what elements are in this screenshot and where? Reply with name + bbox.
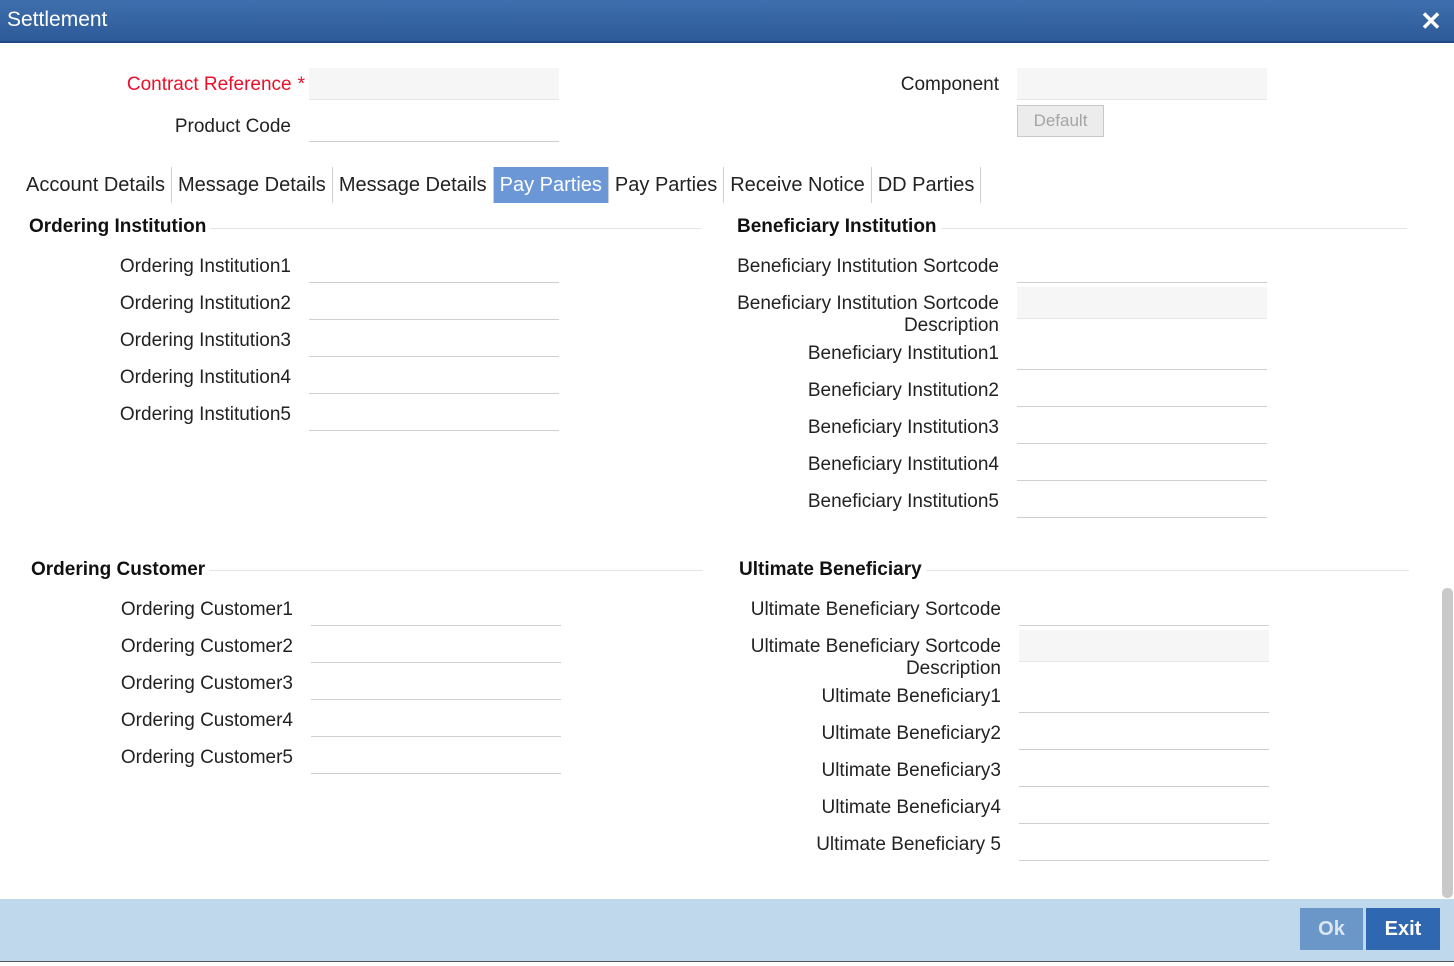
ok-button[interactable]: Ok <box>1300 908 1363 950</box>
ordering-institution4-label: Ordering Institution4 <box>119 367 291 388</box>
tab-pay-parties-2[interactable]: Pay Parties <box>609 167 725 203</box>
beneficiary-institution4-label: Beneficiary Institution4 <box>807 454 999 475</box>
beneficiary-institution-title: Beneficiary Institution <box>737 216 941 238</box>
tab-pay-parties[interactable]: Pay Parties <box>493 167 609 203</box>
window-title: Settlement <box>7 8 108 31</box>
product-code-input[interactable] <box>309 110 559 142</box>
ordering-customer5-label: Ordering Customer5 <box>120 747 293 768</box>
beneficiary-institution2-label: Beneficiary Institution2 <box>807 380 999 401</box>
ultimate-beneficiary2-label: Ultimate Beneficiary2 <box>821 723 1001 744</box>
ordering-customer3-label: Ordering Customer3 <box>120 673 293 694</box>
ultimate-sortcode-desc-input[interactable] <box>1019 630 1269 662</box>
beneficiary-sortcode-desc-line1: Beneficiary Institution Sortcode <box>737 293 999 314</box>
beneficiary-sortcode-desc-label: Beneficiary Institution Sortcode Descrip… <box>737 293 999 337</box>
component-input[interactable] <box>1017 68 1267 100</box>
ordering-institution1-label: Ordering Institution1 <box>119 256 291 277</box>
ordering-customer4-label: Ordering Customer4 <box>120 710 293 731</box>
product-code-label: Product Code <box>174 116 291 137</box>
ordering-institution4-input[interactable] <box>309 362 559 394</box>
beneficiary-sortcode-input[interactable] <box>1017 251 1267 283</box>
beneficiary-institution5-input[interactable] <box>1017 486 1267 518</box>
ultimate-beneficiary-title: Ultimate Beneficiary <box>739 559 926 581</box>
required-marker: * <box>297 74 305 95</box>
footer-bar: Ok Exit <box>0 899 1454 961</box>
ordering-customer2-input[interactable] <box>311 631 561 663</box>
ultimate-sortcode-label: Ultimate Beneficiary Sortcode <box>750 599 1001 620</box>
exit-button[interactable]: Exit <box>1366 908 1440 950</box>
ordering-customer5-input[interactable] <box>311 742 561 774</box>
beneficiary-sortcode-label: Beneficiary Institution Sortcode <box>737 256 999 277</box>
tab-dd-parties[interactable]: DD Parties <box>872 167 982 203</box>
ordering-institution5-label: Ordering Institution5 <box>119 404 291 425</box>
tab-account-details[interactable]: Account Details <box>20 167 172 203</box>
tab-message-details-2[interactable]: Message Details <box>333 167 494 203</box>
ultimate-beneficiary4-label: Ultimate Beneficiary4 <box>821 797 1001 818</box>
ultimate-beneficiary3-label: Ultimate Beneficiary3 <box>821 760 1001 781</box>
beneficiary-institution1-label: Beneficiary Institution1 <box>807 343 999 364</box>
contract-reference-label: Contract Reference * <box>127 74 305 96</box>
vertical-scrollbar[interactable] <box>1442 588 1453 898</box>
ordering-customer1-input[interactable] <box>311 594 561 626</box>
ultimate-beneficiary1-label: Ultimate Beneficiary1 <box>821 686 1001 707</box>
ordering-customer4-input[interactable] <box>311 705 561 737</box>
tab-message-details[interactable]: Message Details <box>172 167 333 203</box>
beneficiary-institution3-input[interactable] <box>1017 412 1267 444</box>
tab-receive-notice[interactable]: Receive Notice <box>724 167 872 203</box>
ultimate-beneficiary3-input[interactable] <box>1019 755 1269 787</box>
ultimate-beneficiary4-input[interactable] <box>1019 792 1269 824</box>
title-bar: Settlement ✕ <box>0 0 1454 43</box>
ordering-institution-title: Ordering Institution <box>29 216 211 238</box>
ordering-customer-title: Ordering Customer <box>31 559 210 581</box>
beneficiary-sortcode-desc-line2: Description <box>903 315 999 336</box>
contract-reference-label-text: Contract Reference <box>126 74 292 95</box>
close-icon[interactable]: ✕ <box>1418 8 1444 34</box>
ordering-institution2-label: Ordering Institution2 <box>119 293 291 314</box>
ultimate-sortcode-desc-line2: Description <box>905 658 1001 679</box>
default-button[interactable]: Default <box>1017 105 1104 137</box>
ordering-customer1-label: Ordering Customer1 <box>120 599 293 620</box>
ordering-institution2-input[interactable] <box>309 288 559 320</box>
beneficiary-institution5-label: Beneficiary Institution5 <box>807 491 999 512</box>
beneficiary-sortcode-desc-input[interactable] <box>1017 287 1267 319</box>
beneficiary-institution2-input[interactable] <box>1017 375 1267 407</box>
ultimate-beneficiary5-label: Ultimate Beneficiary 5 <box>816 834 1001 855</box>
ultimate-sortcode-desc-line1: Ultimate Beneficiary Sortcode <box>750 636 1001 657</box>
ultimate-beneficiary2-input[interactable] <box>1019 718 1269 750</box>
ordering-institution1-input[interactable] <box>309 251 559 283</box>
ordering-institution3-input[interactable] <box>309 325 559 357</box>
component-label: Component <box>900 74 999 95</box>
contract-reference-input[interactable] <box>309 68 559 100</box>
tab-bar: Account Details Message Details Message … <box>20 167 982 203</box>
beneficiary-institution1-input[interactable] <box>1017 338 1267 370</box>
bottom-strip <box>0 961 1454 966</box>
ordering-institution3-label: Ordering Institution3 <box>119 330 291 351</box>
beneficiary-institution3-label: Beneficiary Institution3 <box>807 417 999 438</box>
ordering-customer3-input[interactable] <box>311 668 561 700</box>
ultimate-beneficiary1-input[interactable] <box>1019 681 1269 713</box>
ordering-customer2-label: Ordering Customer2 <box>120 636 293 657</box>
ordering-institution5-input[interactable] <box>309 399 559 431</box>
beneficiary-institution4-input[interactable] <box>1017 449 1267 481</box>
ultimate-sortcode-input[interactable] <box>1019 594 1269 626</box>
ultimate-sortcode-desc-label: Ultimate Beneficiary Sortcode Descriptio… <box>751 636 1001 680</box>
ultimate-beneficiary5-input[interactable] <box>1019 829 1269 861</box>
